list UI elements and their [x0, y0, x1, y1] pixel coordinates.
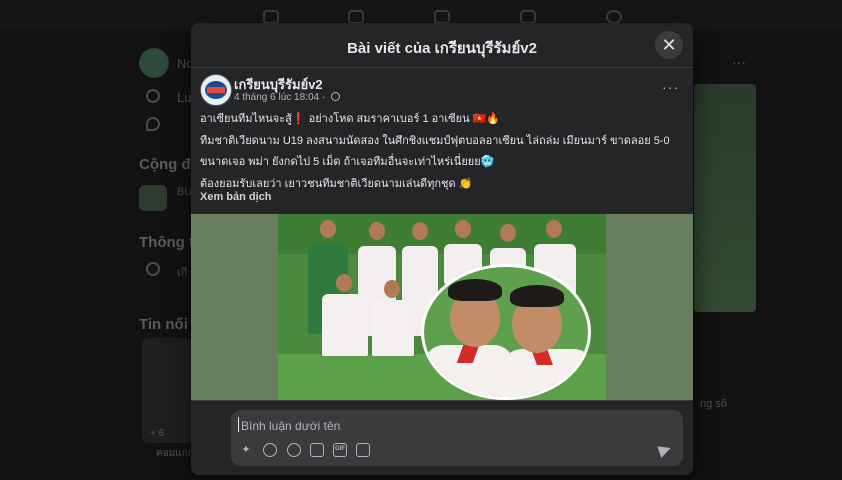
post-dialog: Bài viết của เกรียนบุรีรัมย์v2 ✕ เกรียนบ…: [191, 23, 693, 475]
post-line: ต้องยอมรับเลยว่า เยาวชนทีมชาติเวียดนามเล…: [200, 177, 473, 190]
marketplace-icon[interactable]: [434, 10, 450, 24]
groups-icon[interactable]: [520, 10, 536, 24]
camera-icon[interactable]: [310, 443, 324, 457]
text-caret: [238, 417, 239, 432]
background-more-icon[interactable]: ···: [732, 54, 748, 70]
post-body: อาเซียนทีมไหนจะสู้❗ อย่างโหด สมราคาเบอร์…: [200, 109, 684, 195]
messenger-icon: [146, 262, 160, 276]
post-meta: 4 tháng 6 lúc 18:04 ·: [234, 92, 340, 103]
page-avatar[interactable]: [139, 48, 169, 78]
featured-count: + 6: [150, 428, 165, 439]
close-icon: ✕: [661, 35, 677, 55]
player-head: [320, 220, 336, 238]
featured-heading: Tin nổi: [139, 316, 188, 333]
player-head: [384, 280, 400, 298]
comment-composer: ✦ GIF: [191, 400, 693, 475]
avatar-logo-stripe: [207, 87, 225, 93]
post-photo[interactable]: [278, 214, 606, 400]
post-line: ทีมชาติเวียดนาม U19 ลงสนามนัดสอง ในศึกชิ…: [200, 134, 670, 147]
smile-icon[interactable]: [287, 443, 301, 457]
community-thumb[interactable]: [139, 185, 167, 211]
comment-input[interactable]: [239, 416, 643, 436]
see-translation-link[interactable]: Xem bản dịch: [200, 191, 272, 203]
post-options-button[interactable]: ···: [662, 79, 679, 95]
player-head: [369, 222, 385, 240]
sticker-icon[interactable]: [356, 443, 370, 457]
comment-box[interactable]: ✦ GIF: [231, 410, 683, 466]
avatar-sticker-icon[interactable]: ✦: [239, 443, 253, 457]
player-head: [336, 274, 352, 292]
post-timestamp[interactable]: 4 tháng 6 lúc 18:04: [234, 92, 319, 103]
gif-icon[interactable]: GIF: [333, 443, 347, 457]
info-text: Lu: [177, 90, 192, 105]
inset-hair: [510, 285, 564, 307]
info-item: เกี: [177, 267, 188, 279]
photo-inset: [421, 264, 591, 400]
community-name[interactable]: BU: [177, 186, 192, 198]
dialog-header: Bài viết của เกรียนบุรีรัมย์v2 ✕: [191, 23, 693, 68]
video-icon[interactable]: [348, 10, 364, 24]
emoji-icon[interactable]: [263, 443, 277, 457]
close-button[interactable]: ✕: [655, 31, 683, 59]
player-front: [372, 300, 414, 356]
player-head: [455, 220, 471, 238]
post-photo-container[interactable]: [191, 214, 693, 400]
location-icon: [146, 117, 160, 131]
player-front: [322, 294, 368, 356]
player-head: [412, 222, 428, 240]
send-icon[interactable]: [657, 442, 673, 458]
post-line: อาเซียนทีมไหนจะสู้❗ อย่างโหด สมราคาเบอร์…: [200, 113, 501, 125]
inset-hair: [448, 279, 502, 301]
dialog-title: Bài viết của เกรียนบุรีรัมย์v2: [347, 40, 537, 57]
clock-icon: [146, 89, 160, 103]
featured-caption: คอมแกก: [156, 448, 194, 459]
player-head: [500, 224, 516, 242]
author-avatar[interactable]: [200, 74, 232, 106]
player-head: [546, 220, 562, 238]
gaming-icon[interactable]: [606, 10, 622, 24]
background-post-image[interactable]: [694, 84, 756, 312]
home-icon[interactable]: [263, 10, 279, 24]
post-line: ขนาดเจอ พม่า ยังกดไป 5 เม็ด ถ้าเจอทีมอื่…: [200, 156, 495, 168]
globe-icon: [330, 92, 340, 101]
info-heading: Thông t: [139, 234, 194, 251]
background-right-text: ng số: [700, 398, 727, 410]
